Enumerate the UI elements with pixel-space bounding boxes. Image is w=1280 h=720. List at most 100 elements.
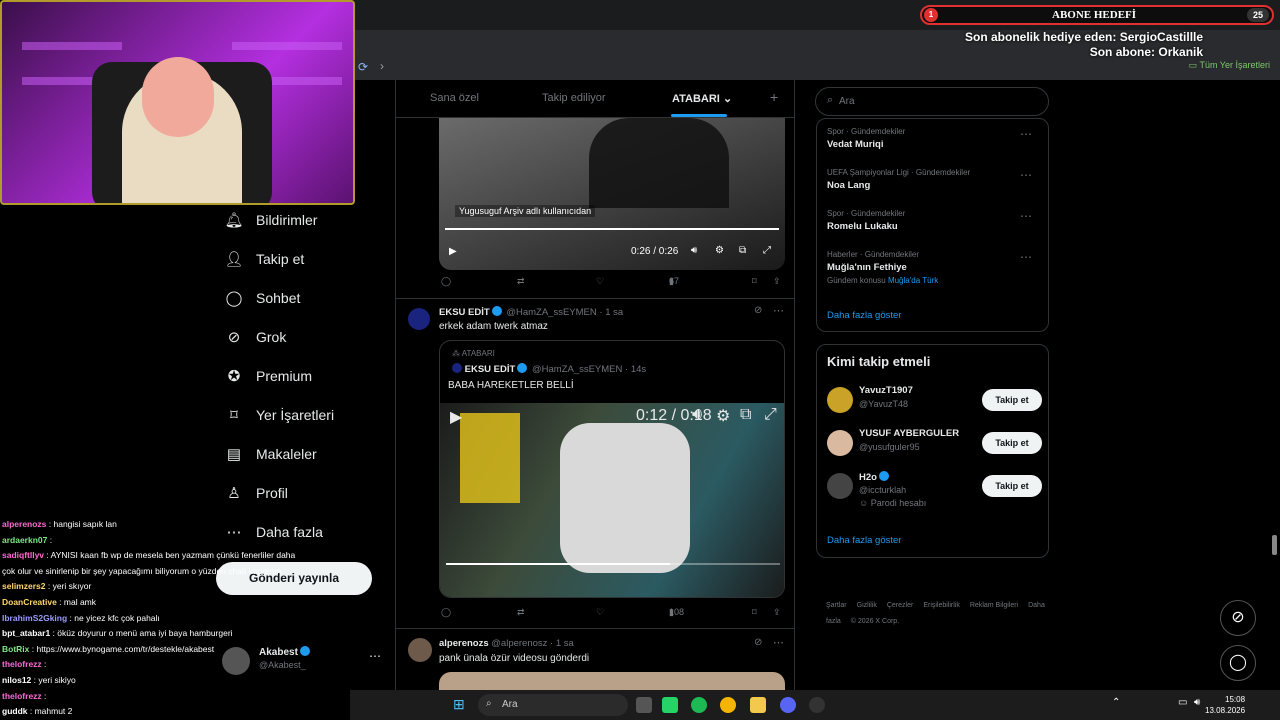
taskbar-search[interactable]: ⌕ Ara	[478, 694, 628, 716]
follow-button[interactable]: Takip et	[982, 475, 1042, 497]
fullscreen-icon[interactable]: ⤢	[763, 245, 771, 256]
sidebar-item-profile[interactable]: ♙ Profil	[215, 473, 334, 512]
settings-icon[interactable]: ⚙	[715, 245, 724, 256]
grok-fab-button[interactable]: ⊘	[1220, 600, 1256, 636]
chat-username[interactable]: selimzers2	[2, 581, 45, 591]
chat-username[interactable]: DoanCreative	[2, 597, 57, 607]
video-player[interactable]: Yugusuguf Arşiv adlı kullanıcıdan ▶ 0:26…	[439, 118, 785, 270]
chat-username[interactable]: thelofrezz	[2, 659, 42, 669]
tab-following[interactable]: Takip ediliyor	[542, 92, 606, 104]
more-dots-icon[interactable]: ⋯	[773, 636, 784, 649]
chat-username[interactable]: ardaerkn07	[2, 535, 47, 545]
app-icon[interactable]	[809, 697, 825, 713]
chat-username[interactable]: thelofrezz	[2, 691, 42, 701]
volume-icon[interactable]: 🔊︎	[691, 245, 697, 256]
messages-fab-button[interactable]: ◯	[1220, 645, 1256, 681]
author-handle[interactable]: @alperenosz	[491, 638, 547, 649]
trend-item[interactable]: UEFA Şampiyonlar Ligi · Gündemdekiler Noa…	[827, 168, 1042, 191]
chat-username[interactable]: sadiqftllyv	[2, 550, 44, 560]
whatsapp-icon[interactable]	[662, 697, 678, 713]
sidebar-item-premium[interactable]: ✪ Premium	[215, 356, 334, 395]
chevron-up-icon[interactable]: ⌃	[1112, 697, 1120, 708]
share-icon[interactable]: ⇪	[773, 276, 781, 287]
show-more-trends-link[interactable]: Daha fazla göster	[827, 310, 901, 321]
follow-button[interactable]: Takip et	[982, 389, 1042, 411]
volume-icon[interactable]: 🔊︎	[692, 406, 702, 424]
trend-sub-link[interactable]: Muğla'da Türk	[888, 276, 938, 285]
chat-username[interactable]: alperenozs	[2, 519, 46, 529]
sidebar-item-bookmarks[interactable]: ⌑ Yer İşaretleri	[215, 395, 334, 434]
bookmark-icon[interactable]: ⌑	[752, 607, 757, 618]
windows-start-icon[interactable]: ⊞	[453, 696, 465, 713]
discord-icon[interactable]	[780, 697, 796, 713]
task-view-icon[interactable]	[636, 697, 652, 713]
sidebar-item-follow[interactable]: 👤︎ Takip et	[215, 239, 334, 278]
pip-icon[interactable]: ⧉	[739, 245, 746, 256]
avatar[interactable]	[408, 638, 432, 662]
taskbar-clock[interactable]: 15:08 13.08.2026	[1205, 694, 1245, 716]
chrome-icon[interactable]	[720, 697, 736, 713]
spotify-icon[interactable]	[691, 697, 707, 713]
more-dots-icon[interactable]: ⋯	[1020, 168, 1032, 182]
bookmark-icon[interactable]: ⌑	[752, 276, 757, 287]
more-dots-icon[interactable]: ⋯	[773, 304, 784, 317]
more-dots-icon[interactable]: ⋯	[1020, 127, 1032, 141]
video-player[interactable]: ▶ 0:12 / 0:18 🔊︎ ⚙ ⧉ ⤢	[440, 403, 784, 597]
video-progress[interactable]	[446, 563, 780, 565]
trend-item[interactable]: Haberler · Gündemdekiler Muğla'nın Fethiy…	[827, 250, 1042, 285]
footer-link[interactable]: Gizlilik	[857, 602, 877, 609]
reply-icon[interactable]: ◯	[441, 607, 451, 618]
pip-icon[interactable]: ⧉	[740, 406, 751, 424]
follow-button[interactable]: Takip et	[982, 432, 1042, 454]
sidebar-item-grok[interactable]: ⊘ Grok	[215, 317, 334, 356]
trend-item[interactable]: Spor · Gündemdekiler Romelu Lukaku ⋯	[827, 209, 1042, 232]
avatar[interactable]	[408, 308, 430, 330]
volume-icon[interactable]: 🔊︎	[1194, 697, 1200, 708]
footer-link[interactable]: Şartlar	[826, 602, 847, 609]
follow-suggestion[interactable]: YUSUF AYBERGULER @yusufguler95 Takip et	[827, 428, 1042, 468]
repost-icon[interactable]: ⇄	[517, 276, 525, 287]
show-more-follow-link[interactable]: Daha fazla göster	[827, 535, 901, 546]
chat-username[interactable]: nilos12	[2, 675, 31, 685]
chevron-right-icon[interactable]: ›	[380, 59, 384, 73]
settings-icon[interactable]: ⚙	[716, 406, 730, 426]
trend-item[interactable]: Spor · Gündemdekiler Vedat Muriqi ⋯	[827, 127, 1042, 150]
chat-username[interactable]: bpt_atabar1	[2, 628, 50, 638]
tab-for-you[interactable]: Sana özel	[430, 92, 479, 104]
follow-suggestion[interactable]: YavuzT1907 @YavuzT48 Takip et	[827, 385, 1042, 425]
footer-link[interactable]: Reklam Bilgileri	[970, 602, 1018, 609]
footer-link[interactable]: © 2026 X Corp.	[851, 618, 899, 625]
play-icon[interactable]: ▶	[450, 407, 462, 427]
chat-username[interactable]: BotRix	[2, 644, 29, 654]
more-dots-icon[interactable]: ⋯	[1020, 250, 1032, 264]
grok-icon[interactable]: ⊘	[754, 305, 762, 316]
footer-link[interactable]: Erişilebilirlik	[923, 602, 960, 609]
play-icon[interactable]: ▶	[449, 246, 457, 257]
fullscreen-icon[interactable]: ⤢	[764, 406, 777, 424]
all-bookmarks-link[interactable]: ▭ Tüm Yer İşaretleri	[1189, 60, 1270, 71]
like-icon[interactable]: ♡	[596, 276, 604, 287]
more-dots-icon[interactable]: ⋯	[1020, 209, 1032, 223]
extension-icon[interactable]: ⟳	[358, 60, 368, 74]
scrollbar[interactable]	[1272, 535, 1277, 555]
reply-icon[interactable]: ◯	[441, 276, 451, 287]
author-name[interactable]: EKSU EDİT	[439, 307, 490, 318]
sidebar-item-articles[interactable]: ▤ Makaleler	[215, 434, 334, 473]
repost-icon[interactable]: ⇄	[517, 607, 525, 618]
tweet-media[interactable]	[439, 672, 785, 690]
network-icon[interactable]: ▭	[1178, 697, 1187, 708]
footer-link[interactable]: Çerezler	[887, 602, 913, 609]
quoted-tweet[interactable]: ⁂ ATABARI EKSU EDİT @HamZA_ssEYMEN · 14s…	[439, 340, 785, 598]
chat-username[interactable]: IbrahimS2Gking	[2, 613, 67, 623]
plus-icon[interactable]: +	[770, 89, 778, 105]
like-icon[interactable]: ♡	[596, 607, 604, 618]
author-name[interactable]: alperenozs	[439, 638, 489, 649]
search-input[interactable]: ⌕ Ara	[815, 87, 1049, 116]
file-explorer-icon[interactable]	[750, 697, 766, 713]
more-dots-icon[interactable]: ⋯	[369, 649, 381, 663]
follow-suggestion[interactable]: H2o @iccturklah ☺ Parodi hesabı Takip et	[827, 471, 1042, 511]
chat-username[interactable]: guddk	[2, 706, 28, 716]
video-progress[interactable]	[445, 228, 779, 230]
sidebar-item-notifications[interactable]: 🔔︎ Bildirimler	[215, 200, 334, 239]
tab-atabari[interactable]: ATABARI ⌄	[672, 92, 732, 105]
